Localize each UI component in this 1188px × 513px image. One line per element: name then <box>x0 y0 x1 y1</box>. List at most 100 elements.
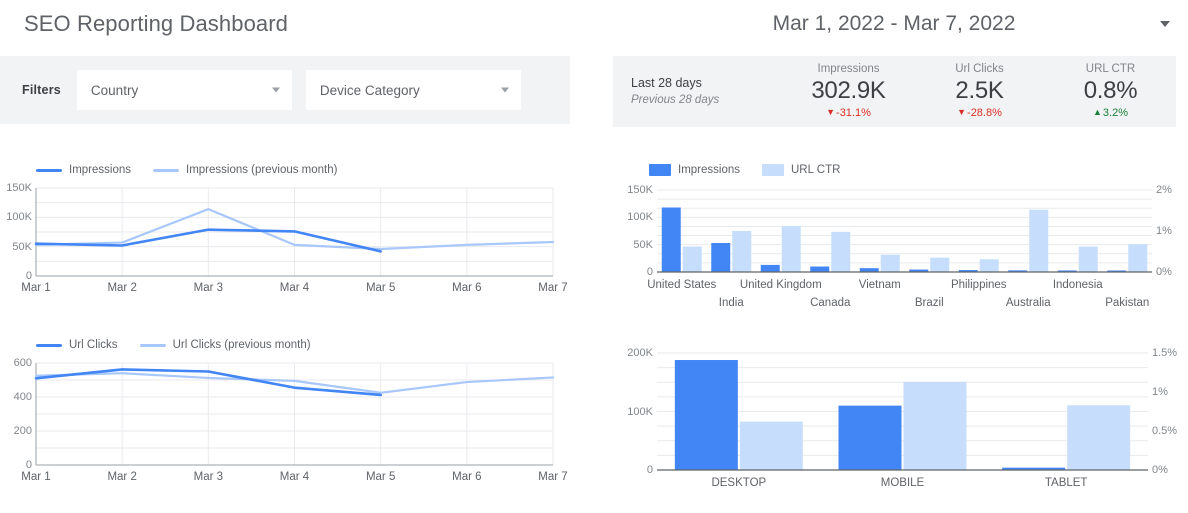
period-current-label: Last 28 days <box>631 75 783 92</box>
filter-bar: Filters Country Device Category <box>0 56 570 124</box>
scorecard-impressions[interactable]: Impressions 302.9K ▼-31.1% <box>783 62 914 121</box>
x-axis-tick: Mar 3 <box>194 471 223 483</box>
chart-plot-area: 150K100K50K02%1%0%United StatesIndiaUnit… <box>613 180 1188 320</box>
y-axis-tick: 100K <box>6 211 32 223</box>
x-axis-tick: Australia <box>1006 297 1051 309</box>
y-axis: 150K100K50K0 <box>0 180 36 284</box>
scorecard-delta: ▲3.2% <box>1045 105 1176 121</box>
x-axis-tick: Philippines <box>951 279 1007 291</box>
legend-label: Impressions <box>678 164 740 176</box>
legend-label: Url Clicks (previous month) <box>173 339 311 351</box>
chevron-down-icon[interactable] <box>1160 21 1170 27</box>
x-axis: DESKTOPMOBILETABLET <box>613 475 1188 513</box>
legend-item[interactable]: Url Clicks (previous month) <box>140 339 311 351</box>
x-axis-tick: TABLET <box>1045 477 1088 489</box>
y-axis-tick: 600 <box>14 357 32 369</box>
chevron-down-icon[interactable] <box>501 88 509 93</box>
legend-item[interactable]: Impressions <box>649 164 740 176</box>
legend-item[interactable]: Impressions (previous month) <box>153 164 337 176</box>
x-axis: Mar 1Mar 2Mar 3Mar 4Mar 5Mar 6Mar 7 <box>0 282 565 302</box>
y-axis-tick: 50K <box>633 239 653 251</box>
x-axis-tick: Mar 1 <box>21 282 50 294</box>
y-axis-tick: 150K <box>6 182 32 194</box>
x-axis-tick: DESKTOP <box>711 477 766 489</box>
scorecard-label: URL CTR <box>1045 62 1176 77</box>
y-axis-tick: 150K <box>627 184 653 196</box>
date-range-control[interactable]: Mar 1, 2022 - Mar 7, 2022 <box>600 12 1188 36</box>
scorecard-delta: ▼-31.1% <box>783 105 914 121</box>
scorecard-delta-value: 3.2% <box>1103 107 1128 119</box>
chart-url-clicks-trend[interactable]: Url Clicks Url Clicks (previous month) 6… <box>0 335 575 495</box>
x-axis-tick: Mar 6 <box>452 282 481 294</box>
x-axis-tick: Mar 1 <box>21 471 50 483</box>
date-range-label: Mar 1, 2022 - Mar 7, 2022 <box>773 12 1016 36</box>
legend-item[interactable]: URL CTR <box>762 164 840 176</box>
legend-item[interactable]: Url Clicks <box>36 339 118 351</box>
chart-plot-area: 150K100K50K0Mar 1Mar 2Mar 3Mar 4Mar 5Mar… <box>0 180 565 310</box>
scorecard-strip: Last 28 days Previous 28 days Impression… <box>613 56 1176 127</box>
y-axis-tick: 1.5% <box>1152 347 1177 359</box>
arrow-up-icon: ▲ <box>1093 105 1102 120</box>
y-axis-tick: 2% <box>1156 184 1172 196</box>
legend-label: Url Clicks <box>69 339 118 351</box>
filters-label: Filters <box>22 83 61 97</box>
dashboard-root: SEO Reporting Dashboard Mar 1, 2022 - Ma… <box>0 0 1188 501</box>
y-axis-tick: 200 <box>14 425 32 437</box>
scorecard-delta: ▼-28.8% <box>914 105 1045 121</box>
x-axis-tick: Indonesia <box>1053 279 1103 291</box>
scorecard-delta-value: -28.8% <box>967 107 1002 119</box>
y-axis-tick: 0 <box>26 459 32 471</box>
scorecard-label: Url Clicks <box>914 62 1045 77</box>
y-axis-tick: 100K <box>627 211 653 223</box>
scorecard-value: 302.9K <box>783 77 914 105</box>
legend-item[interactable]: Impressions <box>36 164 131 176</box>
legend-swatch-icon <box>140 344 166 347</box>
chart-impressions-ctr-by-country[interactable]: Impressions URL CTR 150K100K50K02%1%0%Un… <box>613 160 1188 308</box>
y-axis-tick: 100K <box>627 406 653 418</box>
x-axis: United StatesIndiaUnited KingdomCanadaVi… <box>613 277 1188 315</box>
chart-impressions-ctr-by-device[interactable]: 200K100K01.5%1%0.5%0%DESKTOPMOBILETABLET <box>613 335 1188 495</box>
x-axis-tick: Mar 2 <box>107 282 136 294</box>
legend-swatch-icon <box>649 164 671 176</box>
device-category-filter-select[interactable]: Device Category <box>306 70 521 110</box>
device-category-filter-value: Device Category <box>320 83 420 98</box>
chart-legend: Url Clicks Url Clicks (previous month) <box>0 335 575 355</box>
chart-plot-area: 6004002000Mar 1Mar 2Mar 3Mar 4Mar 5Mar 6… <box>0 355 565 499</box>
legend-swatch-icon <box>153 169 179 172</box>
legend-label: Impressions <box>69 164 131 176</box>
legend-label: URL CTR <box>791 164 840 176</box>
y-axis-tick: 1% <box>1152 386 1168 398</box>
scorecard-value: 0.8% <box>1045 77 1176 105</box>
x-axis: Mar 1Mar 2Mar 3Mar 4Mar 5Mar 6Mar 7 <box>0 471 565 491</box>
x-axis-tick: India <box>719 297 744 309</box>
x-axis-tick: Mar 3 <box>194 282 223 294</box>
chart-plot-area: 200K100K01.5%1%0.5%0%DESKTOPMOBILETABLET <box>613 343 1188 502</box>
x-axis-tick: Canada <box>810 297 850 309</box>
page-title: SEO Reporting Dashboard <box>24 11 600 37</box>
legend-label: Impressions (previous month) <box>186 164 337 176</box>
x-axis-tick: Pakistan <box>1105 297 1149 309</box>
y-axis-right: 1.5%1%0.5%0% <box>1148 343 1188 478</box>
x-axis-tick: Mar 5 <box>366 471 395 483</box>
x-axis-tick: Mar 7 <box>538 282 567 294</box>
y-axis-tick: 400 <box>14 391 32 403</box>
scorecard-period: Last 28 days Previous 28 days <box>613 75 783 108</box>
chart-impressions-trend[interactable]: Impressions Impressions (previous month)… <box>0 160 575 308</box>
chevron-down-icon[interactable] <box>272 88 280 93</box>
x-axis-tick: United Kingdom <box>740 279 822 291</box>
scorecard-value: 2.5K <box>914 77 1045 105</box>
legend-swatch-icon <box>762 164 784 176</box>
scorecard-url-clicks[interactable]: Url Clicks 2.5K ▼-28.8% <box>914 62 1045 121</box>
y-axis-tick: 200K <box>627 347 653 359</box>
period-previous-label: Previous 28 days <box>631 92 783 108</box>
scorecard-label: Impressions <box>783 62 914 77</box>
y-axis-tick: 50K <box>12 241 32 253</box>
y-axis-right: 2%1%0% <box>1152 180 1188 280</box>
x-axis-tick: Mar 2 <box>107 471 136 483</box>
x-axis-tick: Brazil <box>915 297 944 309</box>
country-filter-select[interactable]: Country <box>77 70 292 110</box>
arrow-down-icon: ▼ <box>826 105 835 120</box>
y-axis-tick: 0.5% <box>1152 425 1177 437</box>
scorecard-url-ctr[interactable]: URL CTR 0.8% ▲3.2% <box>1045 62 1176 121</box>
x-axis-tick: Vietnam <box>859 279 901 291</box>
